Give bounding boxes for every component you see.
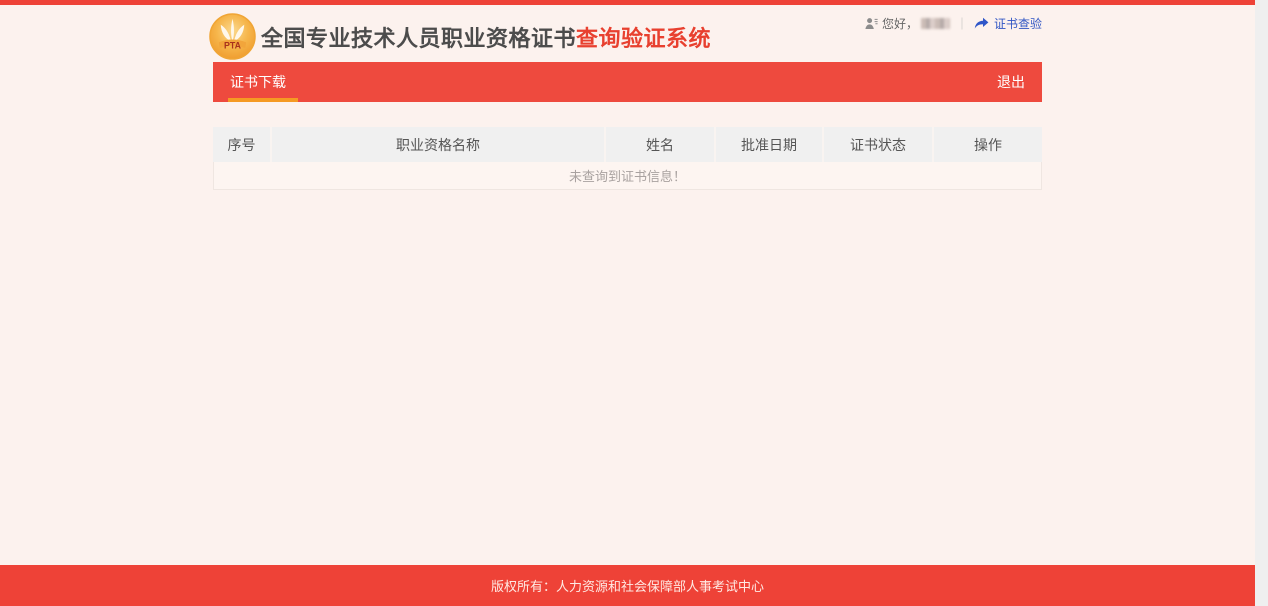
pta-logo-text: PTA <box>224 41 242 51</box>
page-content: PTA 全国专业技术人员职业资格证书查询验证系统 您好， ｜ 证书查验 证书下载… <box>0 0 1255 606</box>
column-header-approval-date: 批准日期 <box>714 127 822 162</box>
user-name-redacted <box>920 18 950 29</box>
certificate-verify-link[interactable]: 证书查验 <box>974 15 1042 32</box>
page-title-accent: 查询验证系统 <box>576 25 712 51</box>
main-navbar: 证书下载 退出 <box>213 62 1042 102</box>
column-header-qualification-name: 职业资格名称 <box>270 127 604 162</box>
table-header-row: 序号 职业资格名称 姓名 批准日期 证书状态 操作 <box>213 127 1042 162</box>
user-greeting: 您好， <box>881 17 918 31</box>
site-header: PTA 全国专业技术人员职业资格证书查询验证系统 您好， ｜ 证书查验 <box>209 5 1042 62</box>
page-footer: 版权所有：人力资源和社会保障部人事考试中心 <box>0 565 1255 606</box>
page-title: 全国专业技术人员职业资格证书查询验证系统 <box>261 21 711 53</box>
copyright-text: 版权所有：人力资源和社会保障部人事考试中心 <box>490 579 764 594</box>
empty-state-message: 未查询到证书信息！ <box>568 169 686 184</box>
logout-label: 退出 <box>997 74 1025 90</box>
column-header-certificate-status: 证书状态 <box>822 127 932 162</box>
pta-logo-icon: PTA <box>209 13 256 60</box>
certificate-table: 序号 职业资格名称 姓名 批准日期 证书状态 操作 未查询到证书信息！ <box>213 127 1042 190</box>
brand: PTA 全国专业技术人员职业资格证书查询验证系统 <box>209 13 711 60</box>
tab-certificate-download-label: 证书下载 <box>230 74 286 90</box>
viewport: PTA 全国专业技术人员职业资格证书查询验证系统 您好， ｜ 证书查验 证书下载… <box>0 0 1268 606</box>
scrollbar-track[interactable] <box>1255 0 1268 606</box>
user-bar-divider: ｜ <box>955 17 968 31</box>
user-bar: 您好， ｜ 证书查验 <box>865 15 1042 32</box>
share-arrow-icon <box>974 17 989 30</box>
user-icon <box>865 17 878 30</box>
tab-certificate-download[interactable]: 证书下载 <box>213 62 303 102</box>
page-title-main: 全国专业技术人员职业资格证书 <box>261 25 577 51</box>
column-header-name: 姓名 <box>604 127 714 162</box>
logout-button[interactable]: 退出 <box>980 62 1042 102</box>
table-empty-state: 未查询到证书信息！ <box>213 162 1042 190</box>
column-header-index: 序号 <box>227 136 256 153</box>
active-tab-indicator <box>228 98 298 102</box>
certificate-verify-label: 证书查验 <box>993 17 1042 31</box>
column-header-operation: 操作 <box>932 127 1042 162</box>
